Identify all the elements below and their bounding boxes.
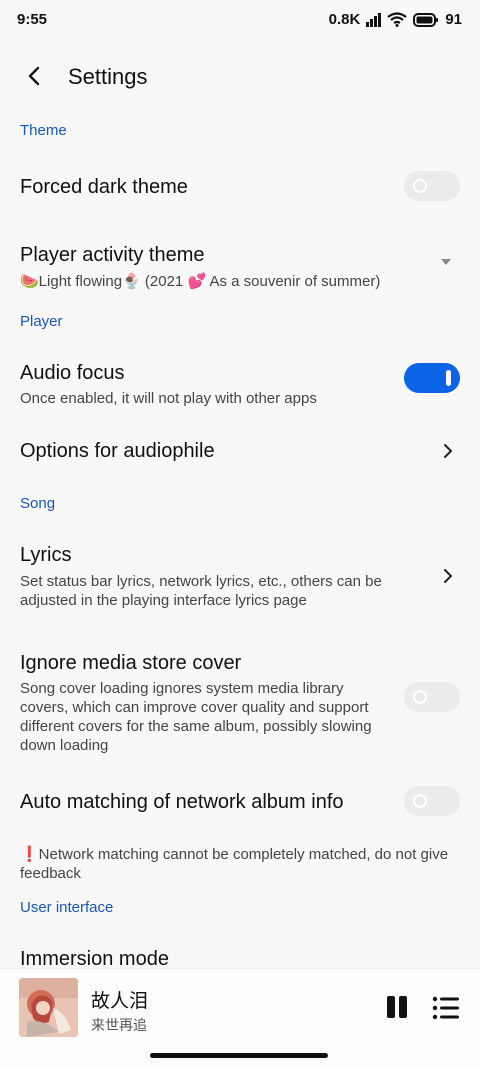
battery-icon (413, 12, 439, 27)
lyrics-title: Lyrics (20, 544, 72, 566)
auto-matching-album-info-row[interactable]: Auto matching of network album info (0, 780, 480, 824)
player-activity-theme-title: Player activity theme (20, 244, 205, 266)
song-artist: 来世再追 (91, 1018, 147, 1034)
section-user-interface: User interface (20, 899, 114, 916)
network-matching-warning: ❗Network matching cannot be completely m… (20, 846, 449, 882)
section-player: Player (20, 313, 63, 330)
lyrics-subtitle: Set status bar lyrics, network lyrics, e… (20, 573, 382, 609)
audio-focus-switch[interactable] (404, 363, 460, 393)
home-indicator[interactable] (150, 1053, 328, 1058)
chevron-right-icon (444, 444, 452, 458)
list-icon (432, 996, 459, 1020)
status-icons: 0.8K 91 (329, 11, 462, 28)
dropdown-arrow-icon (441, 259, 451, 265)
forced-dark-theme-switch[interactable] (404, 171, 460, 201)
ignore-media-store-cover-switch[interactable] (404, 682, 460, 712)
audio-focus-title: Audio focus (20, 362, 125, 384)
lyrics-row[interactable]: Lyrics Set status bar lyrics, network ly… (0, 532, 480, 616)
playlist-queue-button[interactable] (432, 995, 460, 1021)
forced-dark-theme-row[interactable]: Forced dark theme (0, 160, 480, 216)
audio-focus-row[interactable]: Audio focus Once enabled, it will not pl… (0, 350, 480, 414)
page-title: Settings (68, 64, 148, 89)
status-time: 9:55 (17, 11, 48, 28)
chevron-right-icon (444, 569, 452, 583)
audiophile-options-title: Options for audiophile (20, 440, 215, 462)
now-playing-bar[interactable]: 故人泪 来世再追 (0, 968, 480, 1066)
pause-button[interactable] (386, 996, 408, 1020)
song-title: 故人泪 (91, 990, 149, 1012)
network-speed: 0.8K (328, 11, 361, 28)
ignore-media-store-cover-subtitle: Song cover loading ignores system media … (20, 680, 372, 754)
battery-level: 91 (445, 11, 462, 28)
immersion-mode-title: Immersion mode (20, 948, 169, 968)
player-activity-theme-row[interactable]: Player activity theme 🍉Light flowing🍨 (2… (0, 232, 480, 296)
forced-dark-theme-title: Forced dark theme (20, 176, 188, 198)
app-bar: Settings (0, 52, 480, 100)
audio-focus-subtitle: Once enabled, it will not play with othe… (20, 390, 317, 407)
section-theme: Theme (20, 122, 67, 139)
ignore-media-store-cover-row[interactable]: Ignore media store cover Song cover load… (0, 640, 480, 760)
album-cover[interactable] (19, 978, 78, 1037)
player-activity-theme-value: 🍉Light flowing🍨 (2021 💕 As a souvenir of… (20, 273, 381, 290)
auto-matching-album-info-title: Auto matching of network album info (20, 791, 344, 813)
album-art-image (19, 978, 78, 1037)
back-button[interactable] (18, 60, 50, 92)
cell-signal-icon (366, 12, 382, 27)
audiophile-options-row[interactable]: Options for audiophile (0, 428, 480, 474)
immersion-mode-row[interactable]: Immersion mode (0, 934, 480, 968)
back-arrow-icon (28, 66, 40, 86)
ignore-media-store-cover-title: Ignore media store cover (20, 652, 242, 674)
status-bar: 9:55 0.8K 91 (0, 0, 480, 40)
section-song: Song (20, 495, 56, 512)
auto-matching-album-info-switch[interactable] (404, 786, 460, 816)
wifi-icon (387, 12, 407, 27)
